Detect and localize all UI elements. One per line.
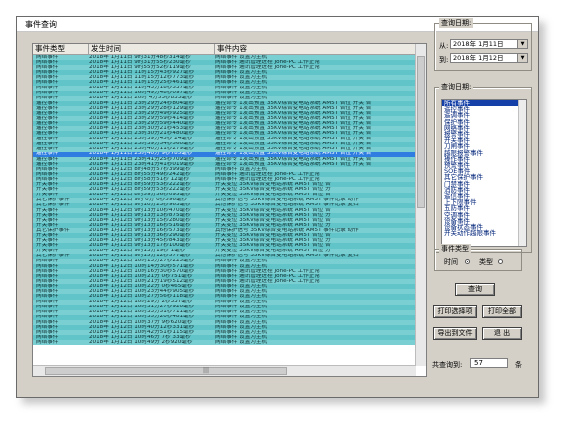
to-label: 到: [439, 56, 449, 64]
exit-button[interactable]: 退 出 [482, 327, 522, 340]
sort-group-title: 事件类型 [439, 244, 471, 254]
query-date-title: 查询日期: [439, 18, 474, 28]
print-all-button[interactable]: 打印全部 [482, 305, 522, 318]
column-header-type[interactable]: 事件类型 [33, 44, 89, 54]
result-count-label: 共查询到: [432, 361, 463, 369]
horizontal-scroll-thumb[interactable] [45, 367, 287, 375]
cell-type: 网络事件 [36, 340, 59, 345]
print-selected-button[interactable]: 打印选择项 [433, 305, 477, 318]
event-rows: 网络事件 2018年 1月11日 9时31分48秒314毫秒 网络事件 设置为主机网… [33, 55, 416, 346]
column-header-content[interactable]: 事件内容 [215, 44, 418, 54]
grip-icon: ||| [203, 367, 210, 374]
sort-time-radio[interactable] [465, 259, 470, 264]
type-list-item[interactable]: 开关动作越限事件 [442, 230, 526, 237]
from-label: 从: [439, 42, 449, 50]
cell-content: 网络事件 设置为主机 [215, 340, 268, 345]
vertical-scroll-thumb[interactable] [417, 56, 425, 208]
list-header: 事件类型 发生时间 事件内容 [33, 44, 416, 55]
query-button[interactable]: 查询 [455, 283, 495, 296]
sort-time-label: 时间 [444, 258, 458, 266]
event-query-dialog: 事件查询 事件类型 发生时间 事件内容 网络事件 2018年 1月11日 9时31… [16, 16, 539, 398]
event-type-list[interactable]: 所有事件 遥控事件 遥调事件 保护事件 网络事件 报警事件 开关事件 刀闸事件 越限报警事件 操作… [441, 99, 527, 247]
event-type-group-title: 查询日期: [439, 82, 474, 92]
sort-type-radio[interactable] [498, 259, 503, 264]
result-count-unit: 条 [515, 361, 522, 369]
cell-time: 2018年 1月12日 10时49分 2秒920毫秒 [89, 340, 193, 345]
type-list-scrollbar[interactable] [518, 100, 526, 246]
column-header-time[interactable]: 发生时间 [89, 44, 215, 54]
to-date-value: 2018年 1月12日 [453, 54, 504, 62]
horizontal-scrollbar[interactable]: ||| [33, 365, 416, 376]
result-count-field: 57 [470, 358, 508, 368]
from-date-value: 2018年 1月11日 [453, 40, 504, 48]
window-title: 事件查询 [25, 20, 57, 29]
from-date-picker[interactable]: 2018年 1月11日 ▼ [450, 39, 528, 49]
vertical-scrollbar[interactable] [415, 44, 426, 366]
sort-type-label: 类型 [479, 258, 493, 266]
dropdown-arrow-icon[interactable]: ▼ [517, 54, 527, 62]
to-date-picker[interactable]: 2018年 1月12日 ▼ [450, 53, 528, 63]
dropdown-arrow-icon[interactable]: ▼ [517, 40, 527, 48]
export-button[interactable]: 导出到文件 [433, 327, 477, 340]
event-list[interactable]: 事件类型 发生时间 事件内容 网络事件 2018年 1月11日 9时31分48秒3… [32, 43, 427, 377]
table-row[interactable]: 网络事件 2018年 1月12日 10时49分 2秒920毫秒 网络事件 设置为主机 [33, 340, 416, 346]
